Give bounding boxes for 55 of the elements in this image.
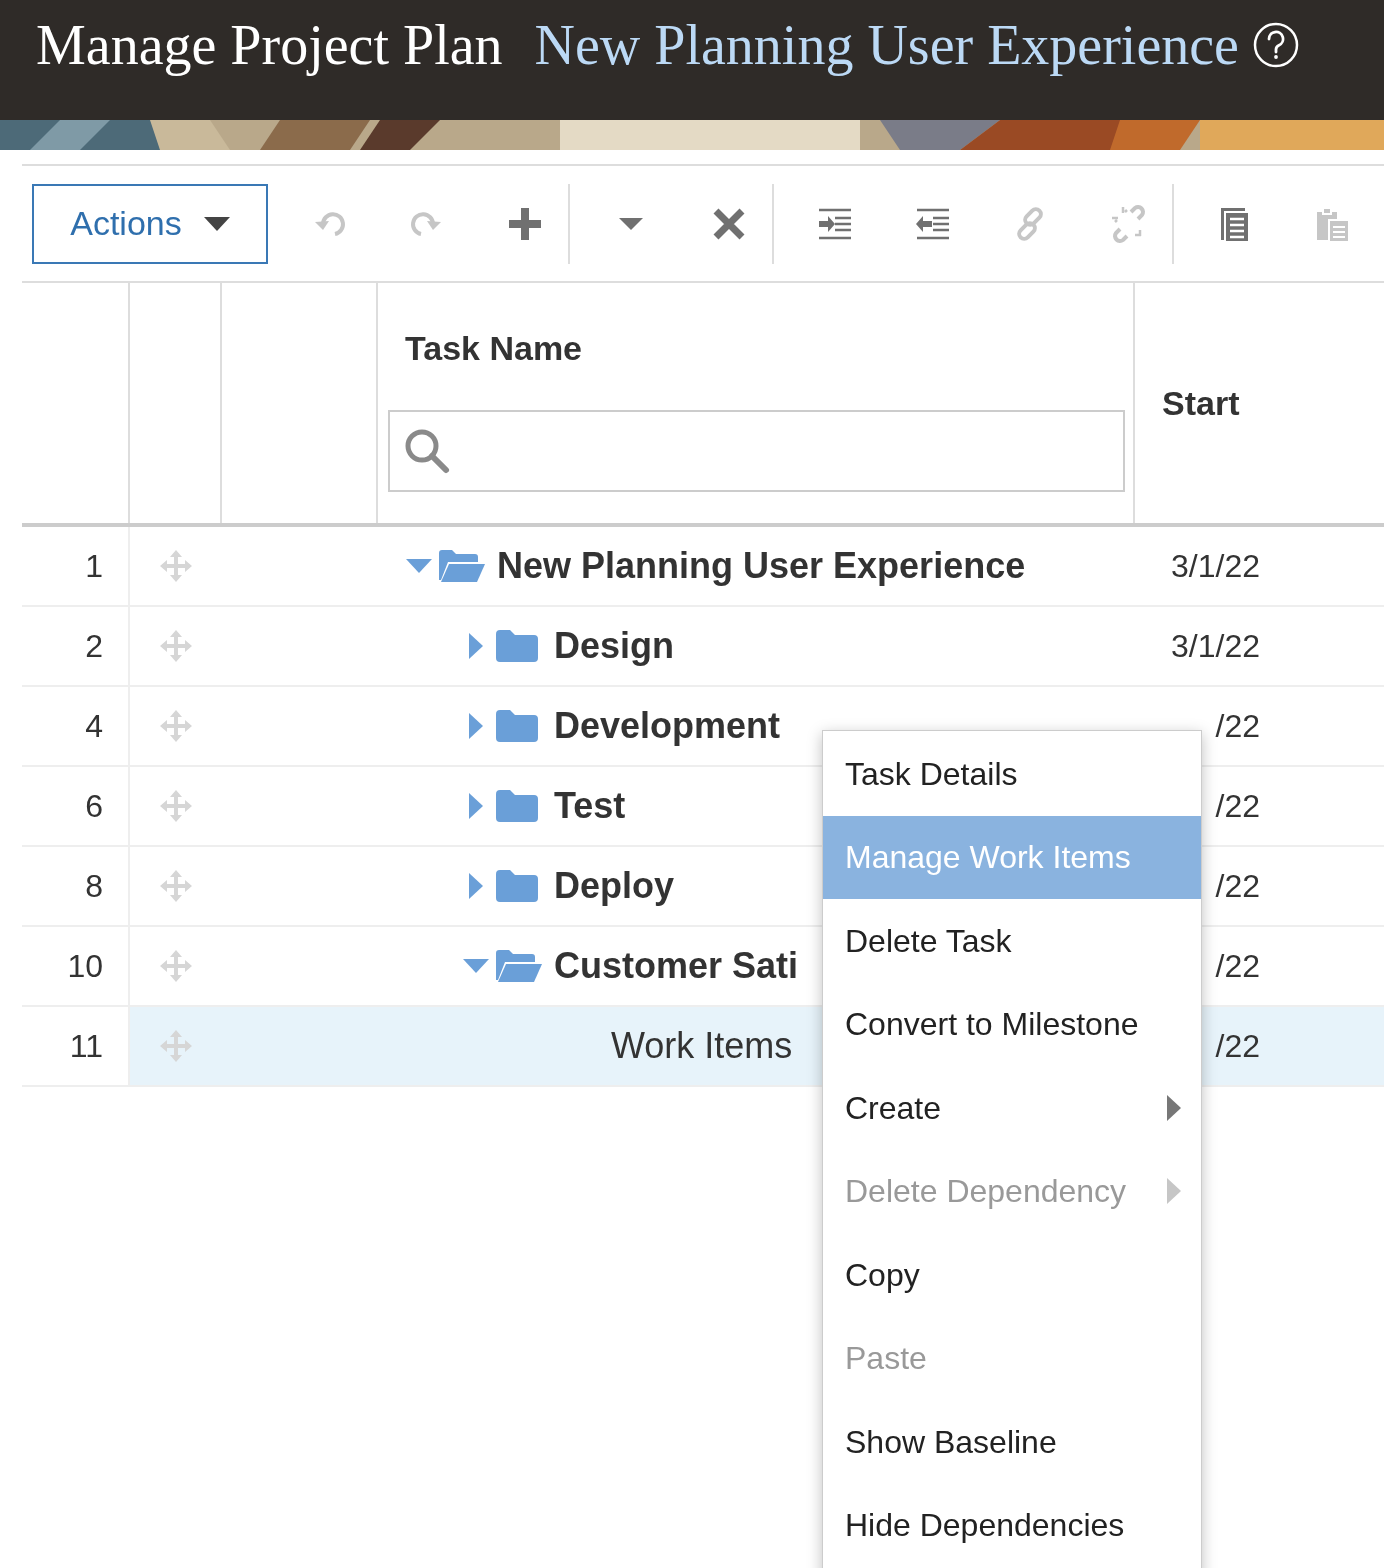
folder-icon: [496, 630, 538, 662]
start-date: /22: [1214, 707, 1260, 746]
start-date: /22: [1214, 947, 1260, 986]
table-row[interactable]: 2 Design 3/1/22: [22, 607, 1384, 687]
task-name: New Planning User Experience: [497, 544, 1026, 588]
collapse-caret-icon[interactable]: [463, 959, 489, 973]
move-icon[interactable]: [158, 948, 194, 984]
start-date: /22: [1214, 867, 1260, 906]
task-name: Design: [554, 624, 675, 668]
submenu-arrow-icon: [1167, 1178, 1181, 1205]
start-date: 3/1/22: [1170, 627, 1260, 666]
row-number: 1: [85, 547, 103, 586]
collapse-caret-icon[interactable]: [406, 559, 432, 573]
row-number: 2: [85, 627, 103, 666]
caret-icon: [203, 216, 230, 231]
submenu-arrow-icon: [1167, 1094, 1181, 1121]
folder-icon: [496, 870, 538, 902]
open-folder-icon: [439, 550, 485, 582]
move-icon[interactable]: [158, 868, 194, 904]
expand-caret-icon[interactable]: [469, 793, 483, 819]
start-date: /22: [1214, 787, 1260, 826]
caret-icon: [619, 217, 643, 230]
move-icon[interactable]: [158, 788, 194, 824]
column-header: Task Name: [404, 328, 583, 369]
expand-caret-icon[interactable]: [469, 873, 483, 899]
menu-item[interactable]: Show Baseline: [823, 1400, 1201, 1484]
task-name: Customer Sati: [554, 944, 799, 988]
move-icon[interactable]: [158, 708, 194, 744]
row-number: 4: [85, 707, 103, 746]
open-folder-icon: [496, 950, 542, 982]
start-date: 3/1/22: [1170, 547, 1260, 586]
task-name: Deploy: [554, 864, 675, 908]
expand-caret-icon[interactable]: [469, 633, 483, 659]
menu-item[interactable]: Copy: [823, 1233, 1201, 1317]
page-title: Manage Project Plan: [36, 13, 503, 78]
row-number: 11: [69, 1027, 103, 1066]
task-name: Work Items: [611, 1024, 793, 1068]
move-icon[interactable]: [158, 628, 194, 664]
column-header: Start: [1162, 382, 1240, 424]
menu-item[interactable]: Hide Dependencies: [823, 1483, 1201, 1567]
task-name: Test: [554, 784, 626, 828]
search-field[interactable]: [388, 410, 1125, 492]
task-name: Development: [554, 704, 781, 748]
actions-button[interactable]: Actions: [32, 183, 268, 264]
help-icon[interactable]: [1253, 22, 1299, 68]
table-row[interactable]: 1 New Planning User Experience 3/1/22: [22, 527, 1384, 607]
expand-caret-icon[interactable]: [469, 713, 483, 739]
row-number: 6: [85, 787, 103, 826]
start-date: /22: [1214, 1027, 1260, 1066]
row-number: 10: [67, 947, 103, 986]
row-number: 8: [85, 867, 103, 906]
folder-icon: [496, 790, 538, 822]
move-icon[interactable]: [158, 548, 194, 584]
folder-icon: [496, 710, 538, 742]
project-link[interactable]: New Planning User Experience: [534, 3, 1239, 87]
